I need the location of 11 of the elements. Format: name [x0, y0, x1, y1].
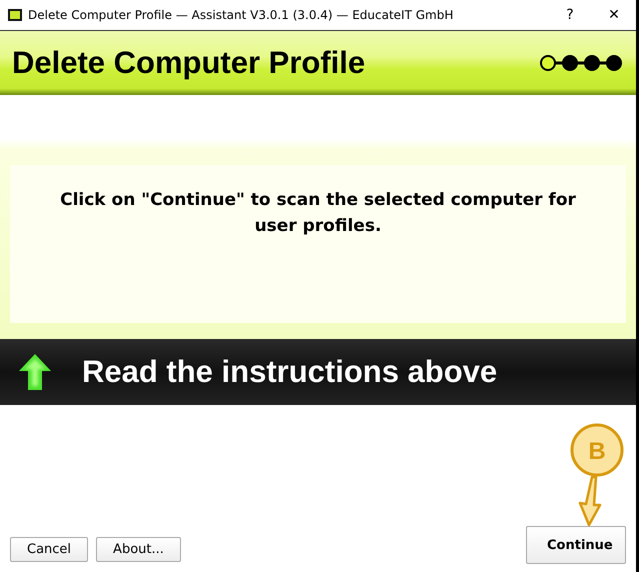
footer-button[interactable]: Cancel [10, 537, 88, 562]
window-title: Delete Computer Profile — Assistant V3.0.1 (3.0.4) — EducateIT GmbH [28, 8, 454, 22]
help-button[interactable]: ? [548, 7, 592, 23]
app-icon [8, 9, 22, 21]
footer-button[interactable]: About... [96, 537, 181, 562]
instruction-text: Click on "Continue" to scan the selected computer for user profiles. [59, 189, 577, 238]
up-arrow-icon [18, 352, 52, 390]
close-button[interactable]: ✕ [592, 7, 636, 23]
page-title: Delete Computer Profile [12, 45, 366, 81]
banner-text: Read the instructions above [82, 354, 498, 390]
continue-button[interactable]: Continue [526, 526, 626, 564]
